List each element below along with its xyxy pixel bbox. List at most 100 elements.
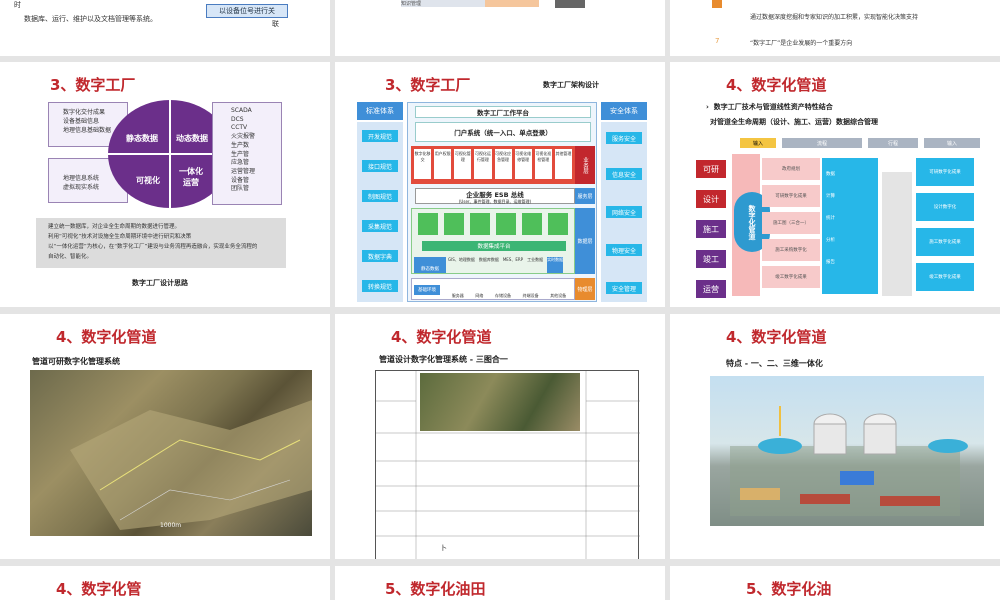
quad-visual: 可视化 [136, 176, 160, 185]
stage-1[interactable]: 可研 [696, 160, 726, 178]
module-item: 可视化应急管理 [494, 149, 512, 179]
slide-9[interactable]: 4、数字化管道 特点 - 一、二、三维一体化 [670, 314, 1000, 559]
slide-10[interactable]: 4、数字化管 [0, 566, 330, 600]
terrain-3d-view[interactable]: 1000m [30, 370, 312, 536]
input-item: 可研数字化成果 [762, 185, 820, 207]
cyan-column: 数据 计算 统计 分析 报告 [822, 158, 878, 294]
right-item: 生产数 [231, 141, 250, 149]
input-item: 竣工数字化成果 [762, 266, 820, 288]
infra-item: 终端设备 [522, 293, 539, 298]
standard-item: 接口规范 [362, 160, 398, 172]
stage-2[interactable]: 设计 [696, 190, 726, 208]
slide-5-header: 数字工厂架构设计 [543, 81, 599, 89]
slide-2[interactable]: 知识管理 [335, 0, 665, 56]
esb-bar: 企业服务 ESB 总线 (User、事件管理、数据目录、运维管理) [415, 188, 575, 204]
device-tag-button[interactable]: 以设备位号进行关 [206, 4, 288, 18]
module-item: 数字化移交 [414, 149, 432, 179]
stage-4[interactable]: 竣工 [696, 250, 726, 268]
slide-8-title: 4、数字化管道 [391, 328, 492, 346]
quad-ops: 一体化运营 [179, 167, 203, 187]
esb-sub: (User、事件管理、数据目录、运维管理) [458, 199, 532, 204]
terrain-ridge [70, 400, 312, 530]
module-item: 可视化管理 [454, 149, 472, 179]
right-item: 应急管 [231, 159, 250, 167]
slide-5[interactable]: 3、数字工厂 数字工厂架构设计 标准体系 开发规范 接口规范 制图规范 采集规范… [335, 62, 665, 307]
right-item: 团队管 [231, 185, 250, 193]
slide-6-title: 4、数字化管道 [726, 76, 827, 94]
slide-8[interactable]: 4、数字化管道 管道设计数字化管理系统 - 三图合一 卜 [335, 314, 665, 559]
security-item: 网络安全 [606, 206, 642, 218]
standard-item: 开发规范 [362, 130, 398, 142]
output-item: 设计数字化 [916, 193, 974, 221]
module-item: 可视化维修管理 [514, 149, 532, 179]
data-item: 实时数据 [547, 257, 564, 273]
module-item: 其他管理 [554, 149, 572, 179]
slide-7[interactable]: 4、数字化管道 管道可研数字化管理系统 1000m [0, 314, 330, 559]
stage-5[interactable]: 运营 [696, 280, 726, 298]
security-item: 信息安全 [606, 168, 642, 180]
slide-4-caption: 数字工厂设计思路 [132, 279, 188, 287]
output-item: 竣工数字化成果 [916, 263, 974, 291]
process-item: 数据 [826, 172, 835, 177]
infra-item: 存储设备 [494, 293, 511, 298]
plant-scene [730, 406, 968, 516]
device-image [555, 0, 585, 8]
stage-3[interactable]: 施工 [696, 220, 726, 238]
slide-4[interactable]: 3、数字工厂 数字化交付成果 设备基础信息 地理信息基础数据 地理信息系统 虚拟… [0, 62, 330, 307]
right-item: 生产管 [231, 150, 250, 158]
standard-item: 制图规范 [362, 190, 398, 202]
text-line: 利用“可视化”技术对设施全生命周期环境中进行研究和决策 [48, 234, 192, 240]
orange-bullet [712, 0, 722, 8]
slide-1[interactable]: 时 数据库、运行、维护以及文档管理等系统。 以设备位号进行关 联 [0, 0, 330, 56]
knowledge-box: 知识管理 [401, 0, 485, 7]
right-item: 运营管理 [231, 167, 256, 175]
infra-item: 网络 [475, 293, 484, 298]
cad-mark: 卜 [440, 544, 447, 552]
slide-10-title: 4、数字化管 [56, 580, 142, 598]
slide-11-title: 5、数字化油田 [385, 580, 486, 598]
slide-6-bullet: › 数字工厂技术与管道线性资产特性结合 [706, 103, 833, 111]
slide-7-title: 4、数字化管道 [56, 328, 157, 346]
standards-column: 开发规范 接口规范 制图规范 采集规范 数据字典 转换规范 [357, 122, 403, 302]
quad-dynamic: 动态数据 [176, 134, 208, 143]
gray-column [882, 172, 912, 296]
slide-3[interactable]: 通过数据深度挖掘和专家知识的加工积累，实现智能化决策支持 7 “数字工厂”是企业… [670, 0, 1000, 56]
slide-3-num: 7 [715, 37, 720, 45]
input-item: 政府规划 [762, 158, 820, 180]
security-header: 安全体系 [601, 102, 647, 120]
standard-item: 数据字典 [362, 250, 398, 262]
plant-3d-view[interactable] [710, 376, 984, 526]
data-layer-tag: 数据层 [575, 208, 595, 274]
service-area: 数据集成平台 静态数据 GIS、地理数据 数据库数据 MES、ERP 工业数据 … [411, 208, 575, 274]
input-item: 施工图（三合一） [762, 212, 820, 234]
integrate-bar: 数据集成平台 [422, 241, 566, 251]
cad-drawing[interactable]: 卜 [375, 370, 640, 559]
infra-item: 其他设备 [550, 293, 567, 298]
slide-12[interactable]: 5、数字化油 [670, 566, 1000, 600]
output-item: 可研数字化成果 [916, 158, 974, 186]
output-item: 施工数字化成果 [916, 228, 974, 256]
slide-11[interactable]: 5、数字化油田 [335, 566, 665, 600]
slide-9-title: 4、数字化管道 [726, 328, 827, 346]
slide-8-subtitle: 管道设计数字化管理系统 - 三图合一 [379, 355, 508, 364]
text-line: 自动化、智能化。 [48, 254, 93, 260]
scale-label: 1000m [160, 522, 182, 529]
module-item: 用户权限 [434, 149, 452, 179]
text-line: 以“一体化运营”为核心，在“数字化工厂”建设与业务流程再造融合，实现业务全流程的 [48, 244, 258, 250]
orange-block [485, 0, 539, 7]
right-item: DCS [231, 115, 244, 123]
right-item: CCTV [231, 124, 248, 132]
esb-label: 企业服务 ESB 总线 [466, 191, 524, 199]
input-item: 施工采购数字化 [762, 239, 820, 261]
header-label: 流程 [816, 140, 827, 147]
slide-3-line-1: 通过数据深度挖掘和专家知识的加工积累，实现智能化决策支持 [750, 14, 919, 21]
header-label: 行程 [887, 140, 898, 147]
right-item: SCADA [231, 107, 252, 114]
slide-3-line-2: “数字工厂”是企业发展的一个重要方向 [750, 40, 853, 47]
slide-6[interactable]: 4、数字化管道 › 数字工厂技术与管道线性资产特性结合 对管道全生命周期（设计、… [670, 62, 1000, 307]
data-row: GIS、地理数据 数据库数据 MES、ERP 工业数据 实时数据 [448, 257, 574, 273]
portal-bar: 门户系统（统一入口、单点登录） [415, 122, 591, 142]
header-label: 输入 [752, 140, 763, 147]
slide-7-subtitle: 管道可研数字化管理系统 [32, 357, 120, 366]
slide-5-title: 3、数字工厂 [385, 76, 471, 94]
